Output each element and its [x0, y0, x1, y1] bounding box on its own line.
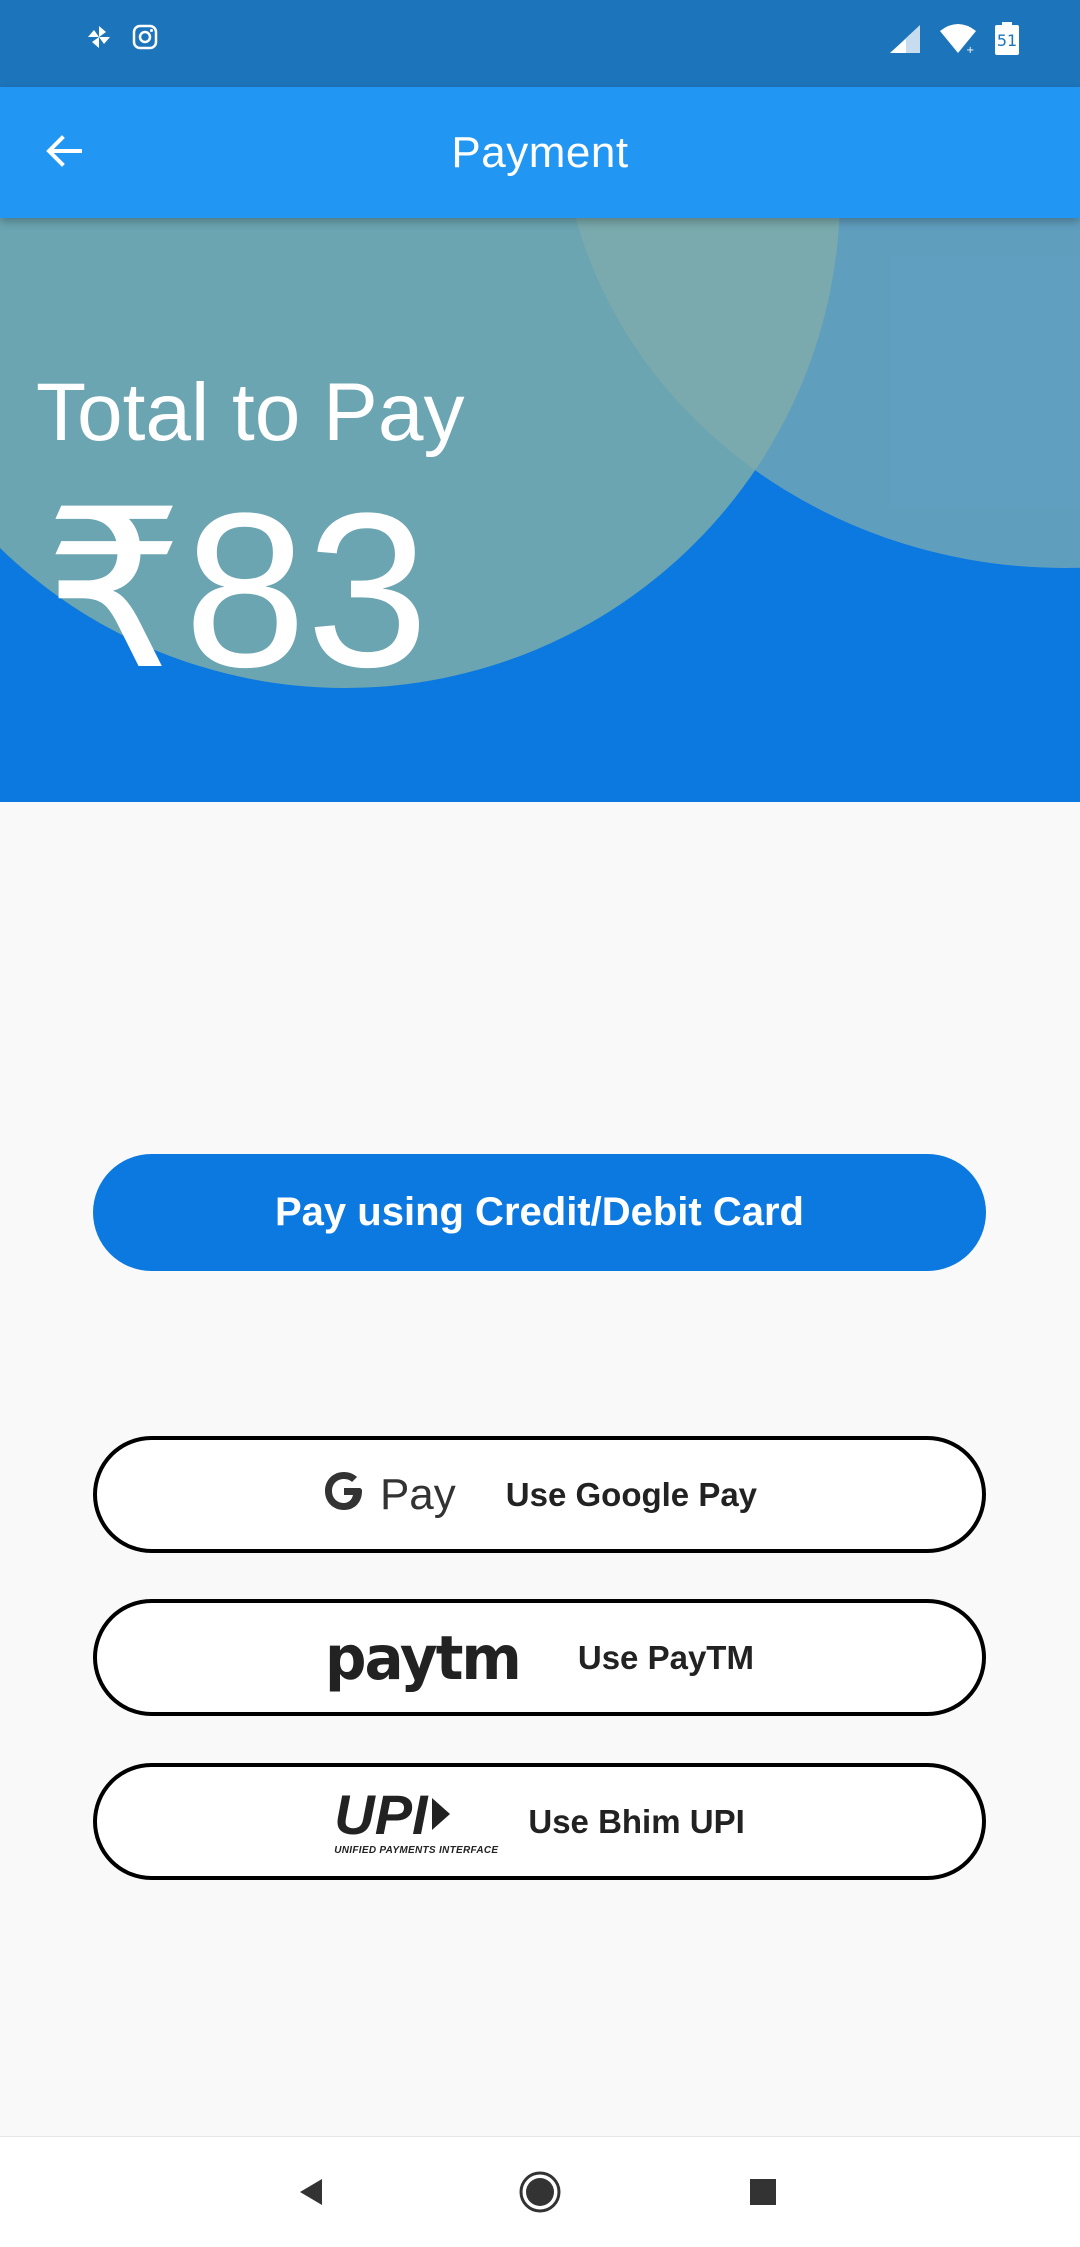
upi-arrow-icon	[428, 1787, 454, 1843]
pinwheel-icon	[86, 24, 112, 55]
paytm-button[interactable]: paytm Use PayTM	[93, 1599, 986, 1716]
battery-icon: 51	[994, 22, 1020, 61]
recents-square-icon	[748, 2177, 778, 2212]
total-amount: ₹83	[44, 467, 429, 713]
battery-level: 51	[997, 31, 1017, 50]
google-pay-logo-text: Pay	[379, 1469, 456, 1519]
home-circle-icon	[518, 2170, 562, 2219]
google-pay-logo: Pay	[322, 1469, 456, 1521]
paytm-label: Use PayTM	[577, 1638, 754, 1676]
app-bar: Payment	[0, 87, 1080, 218]
page-title: Payment	[451, 127, 629, 177]
google-pay-button[interactable]: Pay Use Google Pay	[93, 1436, 986, 1553]
nav-recents-button[interactable]	[738, 2169, 788, 2219]
upi-logo: UPI UNIFIED PAYMENTS INTERFACE	[334, 1783, 499, 1857]
bhim-upi-button[interactable]: UPI UNIFIED PAYMENTS INTERFACE Use Bhim …	[93, 1763, 986, 1880]
bhim-upi-label: Use Bhim UPI	[528, 1802, 745, 1840]
nav-home-button[interactable]	[515, 2169, 565, 2219]
status-bar: + 51	[0, 0, 1080, 87]
pay-card-button[interactable]: Pay using Credit/Debit Card	[93, 1154, 986, 1271]
nav-back-button[interactable]	[286, 2169, 336, 2219]
upi-logo-text: UPI	[334, 1783, 428, 1846]
google-pay-label: Use Google Pay	[505, 1475, 758, 1513]
total-hero: Total to Pay ₹83	[0, 218, 1080, 802]
signal-icon	[888, 23, 922, 60]
system-nav-bar	[0, 2136, 1080, 2247]
wifi-icon: +	[938, 23, 978, 60]
total-label: Total to Pay	[36, 367, 465, 458]
back-triangle-icon	[294, 2175, 328, 2214]
google-g-icon	[322, 1469, 366, 1521]
upi-logo-subtext: UNIFIED PAYMENTS INTERFACE	[334, 1845, 499, 1856]
paytm-logo: paytm	[325, 1621, 522, 1694]
instagram-icon	[132, 24, 158, 55]
pay-card-label: Pay using Credit/Debit Card	[275, 1190, 804, 1234]
svg-text:+: +	[966, 45, 974, 55]
